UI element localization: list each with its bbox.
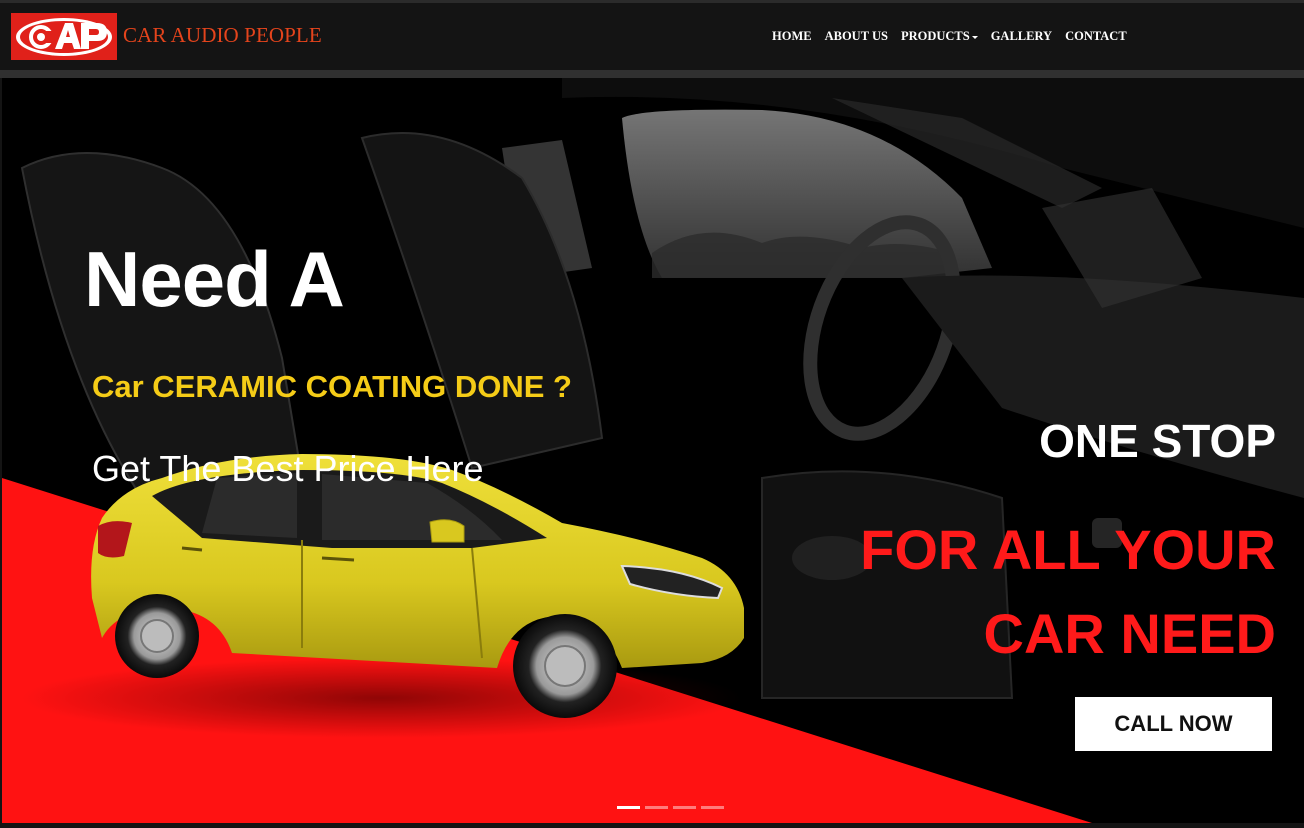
carousel-indicator-3[interactable]	[673, 806, 696, 809]
nav-products[interactable]: PRODUCTS	[901, 29, 978, 44]
caret-down-icon	[971, 35, 978, 39]
nav-about-us[interactable]: ABOUT US	[825, 29, 888, 44]
main-nav: HOME ABOUT US PRODUCTS GALLERY CONTACT	[772, 29, 1127, 44]
hero-right-line-3: CAR NEED	[983, 602, 1276, 665]
hero-subheadline: Car CERAMIC COATING DONE ?	[92, 369, 572, 404]
carousel-indicator-4[interactable]	[701, 806, 724, 809]
site-logo[interactable]	[11, 13, 117, 60]
nav-home[interactable]: HOME	[772, 29, 812, 44]
carousel-indicator-2[interactable]	[645, 806, 668, 809]
nav-gallery[interactable]: GALLERY	[991, 29, 1052, 44]
carousel-indicators	[617, 806, 724, 809]
hero-right-line-1: ONE STOP	[1039, 415, 1276, 467]
hero-tagline: Get The Best Price Here	[92, 448, 484, 489]
site-header: CAR AUDIO PEOPLE HOME ABOUT US PRODUCTS …	[0, 0, 1304, 78]
hero-carousel: Need A Car CERAMIC COATING DONE ? Get Th…	[2, 78, 1304, 823]
carousel-indicator-1[interactable]	[617, 806, 640, 809]
cap-logo-icon	[11, 13, 117, 60]
hero-right-line-2: FOR ALL YOUR	[860, 518, 1276, 581]
brand-name[interactable]: CAR AUDIO PEOPLE	[123, 23, 322, 48]
nav-contact[interactable]: CONTACT	[1065, 29, 1127, 44]
header-top-border	[0, 0, 1304, 3]
header-bottom-border	[0, 70, 1304, 78]
call-now-button[interactable]: CALL NOW	[1075, 697, 1272, 751]
hero-headline: Need A	[84, 235, 345, 323]
nav-products-label: PRODUCTS	[900, 29, 970, 43]
